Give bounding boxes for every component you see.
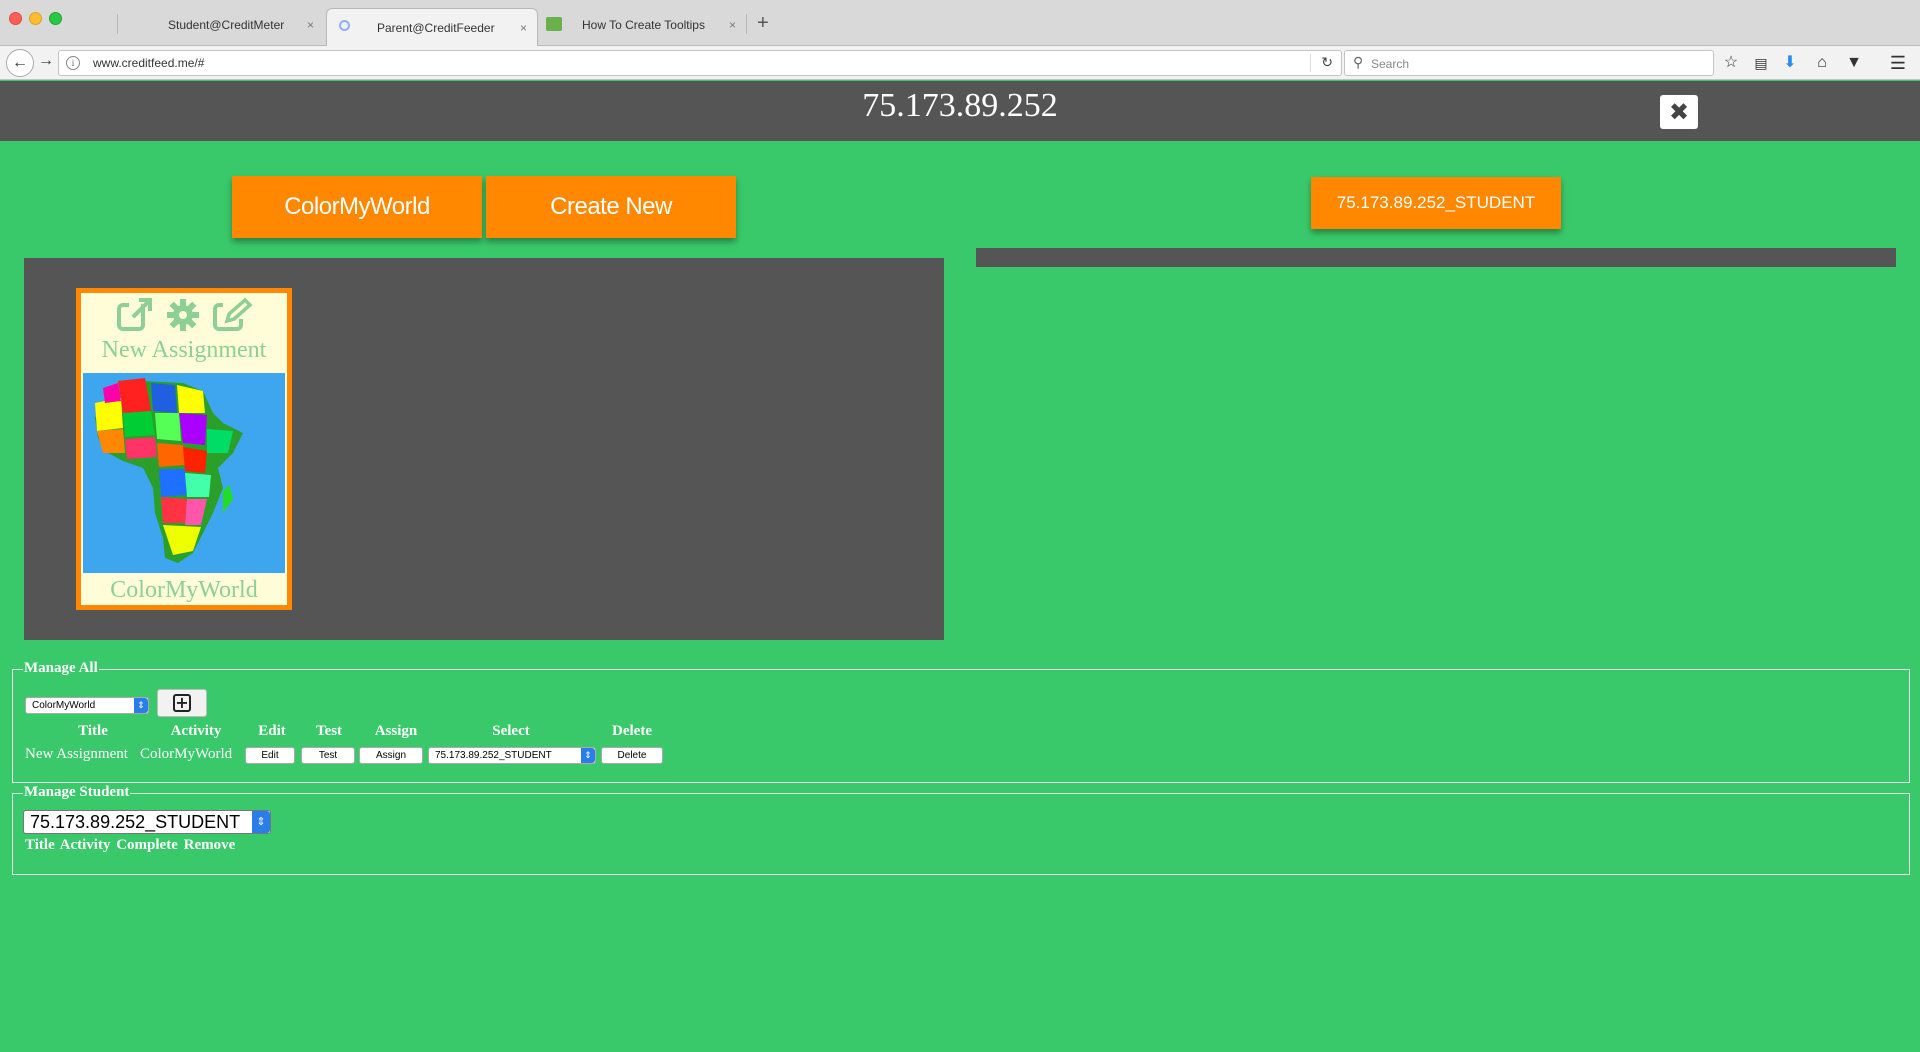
download-icon[interactable]: ⬇ [1779,52,1801,74]
header-select: Select [492,723,530,739]
browser-nav-bar: ← → i www.creditfeed.me/# ↻ ⚲ Search ☆ ▤… [0,46,1920,80]
url-bar[interactable]: i www.creditfeed.me/# ↻ [58,50,1342,76]
window-close-icon[interactable] [9,12,22,25]
card-activity: ColorMyWorld [110,577,258,603]
tab-label: How To Create Tooltips [582,18,705,32]
tab-favicon-icon [339,20,350,31]
edit-icon[interactable] [211,297,253,333]
search-input[interactable]: Search [1371,57,1409,71]
search-icon: ⚲ [1353,54,1364,70]
africa-map-icon [95,378,243,563]
tab-close-icon[interactable]: × [729,18,736,32]
header-title: Title [78,723,108,739]
reload-icon[interactable]: ↻ [1321,54,1333,71]
row-title: New Assignment [25,746,128,762]
create-new-button[interactable]: Create New [486,176,736,238]
reading-list-icon[interactable]: ▤ [1750,52,1772,74]
colormyworld-button[interactable]: ColorMyWorld [232,176,482,238]
student-table-headers: Title Activity Complete Remove [25,837,236,853]
header-delete: Delete [612,723,652,739]
delete-button[interactable]: Delete [601,747,663,764]
url-text[interactable]: www.creditfeed.me/# [93,56,204,70]
search-bar[interactable]: ⚲ Search [1344,50,1714,76]
tab-separator [746,14,747,34]
tab-label: Student@CreditMeter [168,18,285,32]
header-test: Test [315,723,343,739]
manage-all-legend: Manage All [23,660,99,677]
tab-close-icon[interactable]: × [307,18,314,32]
url-divider [1310,54,1311,72]
africa-map-image [83,373,285,573]
student-select-value: 75.173.89.252_STUDENT [435,750,552,761]
tab-favicon-icon [546,17,562,31]
browser-tab-bar: Student@CreditMeter × Parent@CreditFeede… [0,0,1920,46]
home-icon[interactable]: ⌂ [1811,52,1833,74]
back-arrow-icon[interactable]: ← [6,49,34,77]
student-button[interactable]: 75.173.89.252_STUDENT [1311,177,1561,229]
manage-student-fieldset: Manage Student 75.173.89.252_STUDENT ⇕ T… [12,784,1910,875]
new-tab-icon[interactable]: + [757,12,769,35]
info-icon[interactable]: i [66,56,80,70]
student-select[interactable]: 75.173.89.252_STUDENT ⇕ [428,747,596,764]
manage-student-select-value: 75.173.89.252_STUDENT [30,812,241,832]
student-panel-bar [976,248,1896,267]
page-header: 75.173.89.252 ✖ [0,81,1920,141]
gear-icon[interactable] [165,297,201,333]
manage-all-fieldset: Manage All ColorMyWorld ⇕ + Title Activi… [12,660,1910,783]
tab-label: Parent@CreditFeeder [377,20,495,35]
tab-parent-creditfeeder[interactable]: Parent@CreditFeeder × [326,8,538,46]
tab-student-creditmeter[interactable]: Student@CreditMeter × [118,10,324,40]
close-button[interactable]: ✖ [1660,95,1698,129]
header-assign: Assign [374,723,418,739]
row-activity: ColorMyWorld [140,746,233,762]
header-activity: Activity [170,723,222,739]
forward-arrow-icon[interactable]: → [38,52,54,70]
plus-square-icon: + [173,694,191,712]
window-zoom-icon[interactable] [49,12,62,25]
activity-select-value: ColorMyWorld [32,700,96,711]
external-link-icon[interactable] [115,297,155,333]
chevron-updown-icon: ⇕ [252,811,270,833]
chevron-updown-icon: ⇕ [581,748,595,763]
manage-student-select[interactable]: 75.173.89.252_STUDENT ⇕ [23,810,271,834]
test-button[interactable]: Test [301,747,355,764]
manage-student-legend: Manage Student [23,784,131,801]
add-assignment-button[interactable]: + [157,689,207,717]
window-minimize-icon[interactable] [29,12,42,25]
activity-select[interactable]: ColorMyWorld ⇕ [25,697,149,714]
menu-icon[interactable]: ☰ [1887,52,1909,74]
tab-close-icon[interactable]: × [520,21,527,35]
tab-tooltips[interactable]: How To Create Tooltips × [540,10,746,40]
assign-button[interactable]: Assign [359,747,423,764]
pocket-icon[interactable]: ▼ [1843,52,1865,74]
card-title: New Assignment [101,337,267,363]
card-icon-row [81,297,287,333]
edit-button[interactable]: Edit [245,747,295,764]
header-edit: Edit [258,723,286,739]
bookmark-star-icon[interactable]: ☆ [1720,52,1742,74]
assignment-card[interactable]: New Assignment ColorMyWorld [76,288,292,610]
page-title: 75.173.89.252 [862,87,1058,124]
chevron-updown-icon: ⇕ [134,698,148,713]
